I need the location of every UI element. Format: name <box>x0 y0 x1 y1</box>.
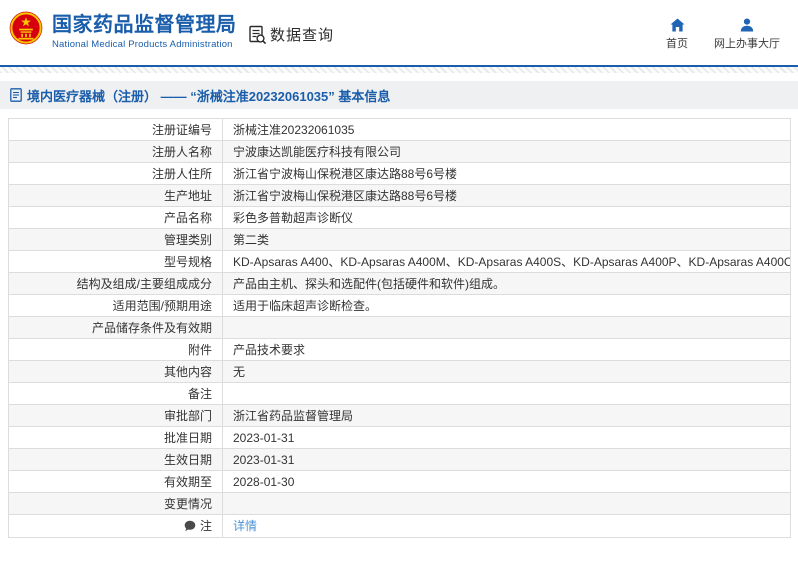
table-row: 适用范围/预期用途 适用于临床超声诊断检查。 <box>8 294 791 317</box>
table-row: 结构及组成/主要组成成分 产品由主机、探头和选配件(包括硬件和软件)组成。 <box>8 272 791 295</box>
header-nav: 首页 网上办事大厅 <box>666 18 780 51</box>
document-icon <box>10 88 22 102</box>
row-value: 浙械注准20232061035 <box>222 118 791 141</box>
table-row: 注册人住所 浙江省宁波梅山保税港区康达路88号6号楼 <box>8 162 791 185</box>
row-value: 详情 <box>222 514 791 538</box>
site-subtitle: National Medical Products Administration <box>52 39 233 50</box>
nav-item-home[interactable]: 首页 <box>666 18 688 51</box>
speech-bubble-icon <box>184 520 196 531</box>
table-row: 管理类别 第二类 <box>8 228 791 251</box>
data-query-icon <box>249 25 267 44</box>
row-label: 型号规格 <box>8 250 223 273</box>
header-stripe-band <box>0 67 798 73</box>
table-row: 产品名称 彩色多普勒超声诊断仪 <box>8 206 791 229</box>
table-row: 变更情况 <box>8 492 791 515</box>
table-row: 产品储存条件及有效期 <box>8 316 791 339</box>
row-value: 2023-01-31 <box>222 448 791 471</box>
note-detail-link[interactable]: 详情 <box>233 519 257 533</box>
row-value: 第二类 <box>222 228 791 251</box>
row-value: 无 <box>222 360 791 383</box>
row-label: 管理类别 <box>8 228 223 251</box>
row-label: 其他内容 <box>8 360 223 383</box>
nav-item-service-hall[interactable]: 网上办事大厅 <box>714 18 780 51</box>
row-label: 审批部门 <box>8 404 223 427</box>
breadcrumb-text: 境内医疗器械（注册） —— “浙械注准20232061035” 基本信息 <box>27 88 391 104</box>
nav-item-label: 网上办事大厅 <box>714 38 780 50</box>
row-label: 有效期至 <box>8 470 223 493</box>
row-value: KD-Apsaras A400、KD-Apsaras A400M、KD-Apsa… <box>222 250 791 273</box>
row-label: 注册人名称 <box>8 140 223 163</box>
row-label: 产品名称 <box>8 206 223 229</box>
table-row: 注册证编号 浙械注准20232061035 <box>8 118 791 141</box>
data-query-tab[interactable]: 数据查询 <box>247 24 334 45</box>
row-label: 注册证编号 <box>8 118 223 141</box>
row-label-text: 注 <box>199 519 212 533</box>
row-value: 产品技术要求 <box>222 338 791 361</box>
registration-detail-table: 注册证编号 浙械注准20232061035 注册人名称 宁波康达凯能医疗科技有限… <box>8 118 791 538</box>
site-title-block: 国家药品监督管理局 National Medical Products Admi… <box>52 14 237 50</box>
row-label: 产品储存条件及有效期 <box>8 316 223 339</box>
home-icon <box>670 18 684 32</box>
row-value: 浙江省宁波梅山保税港区康达路88号6号楼 <box>222 184 791 207</box>
table-row: 有效期至 2028-01-30 <box>8 470 791 493</box>
table-row-note: 注 详情 <box>8 514 791 538</box>
row-value <box>222 382 791 405</box>
table-row: 生效日期 2023-01-31 <box>8 448 791 471</box>
row-value: 浙江省药品监督管理局 <box>222 404 791 427</box>
table-row: 附件 产品技术要求 <box>8 338 791 361</box>
row-label: 备注 <box>8 382 223 405</box>
person-icon <box>740 18 754 32</box>
site-header: 国家药品监督管理局 National Medical Products Admi… <box>0 0 798 65</box>
row-value <box>222 316 791 339</box>
table-row: 注册人名称 宁波康达凯能医疗科技有限公司 <box>8 140 791 163</box>
national-emblem-logo <box>9 11 43 45</box>
row-label: 注册人住所 <box>8 162 223 185</box>
row-label: 注 <box>8 514 223 538</box>
nav-item-label: 首页 <box>666 38 688 50</box>
row-label: 结构及组成/主要组成成分 <box>8 272 223 295</box>
breadcrumb: 境内医疗器械（注册） —— “浙械注准20232061035” 基本信息 <box>0 81 798 109</box>
row-label: 批准日期 <box>8 426 223 449</box>
table-row: 生产地址 浙江省宁波梅山保税港区康达路88号6号楼 <box>8 184 791 207</box>
table-row: 备注 <box>8 382 791 405</box>
site-title: 国家药品监督管理局 <box>52 14 237 36</box>
row-value: 2023-01-31 <box>222 426 791 449</box>
registration-detail-table-wrap: 注册证编号 浙械注准20232061035 注册人名称 宁波康达凯能医疗科技有限… <box>8 118 791 538</box>
table-row: 型号规格 KD-Apsaras A400、KD-Apsaras A400M、KD… <box>8 250 791 273</box>
row-value: 宁波康达凯能医疗科技有限公司 <box>222 140 791 163</box>
table-row: 其他内容 无 <box>8 360 791 383</box>
row-label: 适用范围/预期用途 <box>8 294 223 317</box>
row-label: 生产地址 <box>8 184 223 207</box>
row-value: 彩色多普勒超声诊断仪 <box>222 206 791 229</box>
row-value: 产品由主机、探头和选配件(包括硬件和软件)组成。 <box>222 272 791 295</box>
data-query-label: 数据查询 <box>270 27 335 44</box>
row-label: 生效日期 <box>8 448 223 471</box>
row-value: 适用于临床超声诊断检查。 <box>222 294 791 317</box>
row-label: 变更情况 <box>8 492 223 515</box>
row-value: 2028-01-30 <box>222 470 791 493</box>
row-value <box>222 492 791 515</box>
table-row: 审批部门 浙江省药品监督管理局 <box>8 404 791 427</box>
row-value: 浙江省宁波梅山保税港区康达路88号6号楼 <box>222 162 791 185</box>
row-label: 附件 <box>8 338 223 361</box>
table-row: 批准日期 2023-01-31 <box>8 426 791 449</box>
